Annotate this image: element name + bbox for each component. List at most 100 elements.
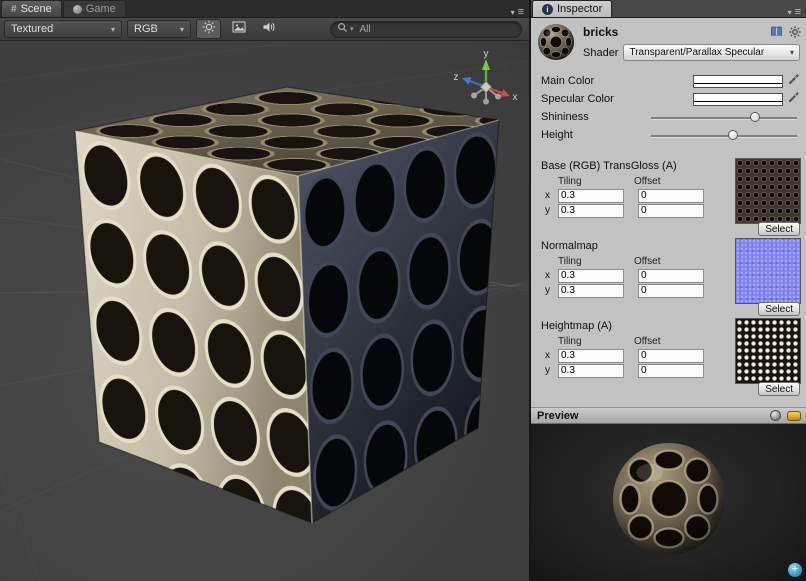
chevron-down-icon: ▾ [111,25,115,34]
y-axis-label: y [545,205,558,216]
main-color-swatch[interactable] [693,75,783,88]
preview-header[interactable]: Preview [531,407,806,424]
offset-y-input[interactable] [638,364,704,378]
specular-color-swatch[interactable] [693,93,783,106]
tiling-x-input[interactable] [558,189,624,203]
preview-mesh-icon[interactable] [770,410,781,421]
specular-color-row: Specular Color [531,90,806,108]
tiling-header: Tiling [558,256,634,267]
scene-pane: # Scene Game ▾ ≡ Textured ▾ RGB ▾ [0,0,529,581]
material-header: bricks Shader Transparent/Parallax Specu… [531,18,806,66]
search-input[interactable] [373,23,515,36]
shader-value: Transparent/Parallax Specular [629,47,764,58]
panel-dropdown-icon[interactable]: ▾ [511,8,515,17]
offset-header: Offset [634,336,661,347]
heightmap-thumbnail[interactable] [736,319,800,383]
tab-game[interactable]: Game [63,0,126,17]
y-axis-label: y [545,285,558,296]
game-icon [73,5,82,14]
render-mode-value: RGB [134,23,158,35]
tab-scene[interactable]: # Scene [1,0,62,17]
tiling-header: Tiling [558,336,634,347]
tab-inspector[interactable]: i Inspector [532,0,612,17]
search-filter-label: All [360,24,371,35]
shader-dropdown[interactable]: Transparent/Parallax Specular ▾ [623,44,800,61]
height-row: Height [531,126,806,144]
normalmap-thumbnail[interactable] [736,239,800,303]
preview-panel: Preview [531,407,806,581]
texture-section-normalmap: Normalmap Tiling Offset x y [531,240,806,304]
tiling-y-input[interactable] [558,204,624,218]
search-field[interactable]: ▾ All [330,21,522,38]
slider-thumb[interactable] [750,112,760,122]
panel-dropdown-icon[interactable]: ▾ [788,8,792,17]
gizmo-y-label: y [484,49,489,60]
speaker-icon [262,20,276,38]
y-axis-label: y [545,365,558,376]
scene-toolbar: Textured ▾ RGB ▾ [0,18,529,41]
select-texture-button[interactable]: Select [758,382,800,396]
preview-body: + [531,424,806,581]
image-icon [232,20,246,38]
gear-icon[interactable] [789,25,801,43]
select-texture-button[interactable]: Select [758,302,800,316]
info-icon: i [542,4,553,15]
material-name: bricks [583,25,618,39]
inspector-pane: i Inspector ▾ ≡ [531,0,806,581]
scene-viewport[interactable]: y x z [0,41,529,581]
inspector-panel-menu: ▾ ≡ [788,7,806,17]
search-icon [337,20,348,38]
main-color-row: Main Color [531,72,806,90]
specular-color-label: Specular Color [541,93,693,105]
shininess-slider[interactable] [651,111,797,124]
draw-mode-value: Textured [11,23,53,35]
tab-scene-label: Scene [21,3,52,15]
x-axis-label: x [545,270,558,281]
lighting-toggle-button[interactable] [196,19,221,39]
offset-y-input[interactable] [638,204,704,218]
render-mode-dropdown[interactable]: RGB ▾ [127,20,191,38]
panel-menu-icon[interactable]: ≡ [518,7,524,17]
scene-tabbar: # Scene Game ▾ ≡ [0,0,529,18]
slider-thumb[interactable] [728,130,738,140]
orientation-gizmo[interactable]: y x z [449,47,523,117]
select-texture-button[interactable]: Select [758,222,800,236]
offset-y-input[interactable] [638,284,704,298]
scene-fx-toggle-button[interactable] [226,19,251,39]
cube-object[interactable] [0,41,529,581]
tiling-x-input[interactable] [558,349,624,363]
gizmo-z-label: z [454,72,459,83]
material-preview-sphere [610,440,728,558]
tiling-y-input[interactable] [558,284,624,298]
x-axis-label: x [545,190,558,201]
tiling-y-input[interactable] [558,364,624,378]
base-texture-thumbnail[interactable] [736,159,800,223]
x-axis-label: x [545,350,558,361]
texture-section-heightmap: Heightmap (A) Tiling Offset x y [531,320,806,384]
offset-x-input[interactable] [638,269,704,283]
offset-header: Offset [634,256,661,267]
unity-editor-window: # Scene Game ▾ ≡ Textured ▾ RGB ▾ [0,0,806,581]
height-slider[interactable] [651,129,797,142]
offset-x-input[interactable] [638,349,704,363]
panel-menu-icon[interactable]: ≡ [795,7,801,17]
scene-panel-menu: ▾ ≡ [511,7,529,17]
preview-light-icon[interactable] [787,411,801,421]
tab-game-label: Game [86,3,116,15]
slider-track[interactable] [651,135,797,138]
chevron-down-icon: ▾ [180,25,184,34]
help-book-icon[interactable] [770,25,783,43]
main-color-label: Main Color [541,75,693,87]
tiling-x-input[interactable] [558,269,624,283]
inspector-body: bricks Shader Transparent/Parallax Specu… [531,18,806,407]
gizmo-x-label: x [513,92,518,103]
draw-mode-dropdown[interactable]: Textured ▾ [4,20,122,38]
preview-add-button[interactable]: + [788,563,802,577]
eyedropper-icon[interactable] [787,91,800,107]
offset-header: Offset [634,176,661,187]
slider-track[interactable] [651,117,797,120]
search-filter-dropdown-icon[interactable]: ▾ [350,25,354,33]
audio-toggle-button[interactable] [256,19,281,39]
eyedropper-icon[interactable] [787,73,800,89]
offset-x-input[interactable] [638,189,704,203]
